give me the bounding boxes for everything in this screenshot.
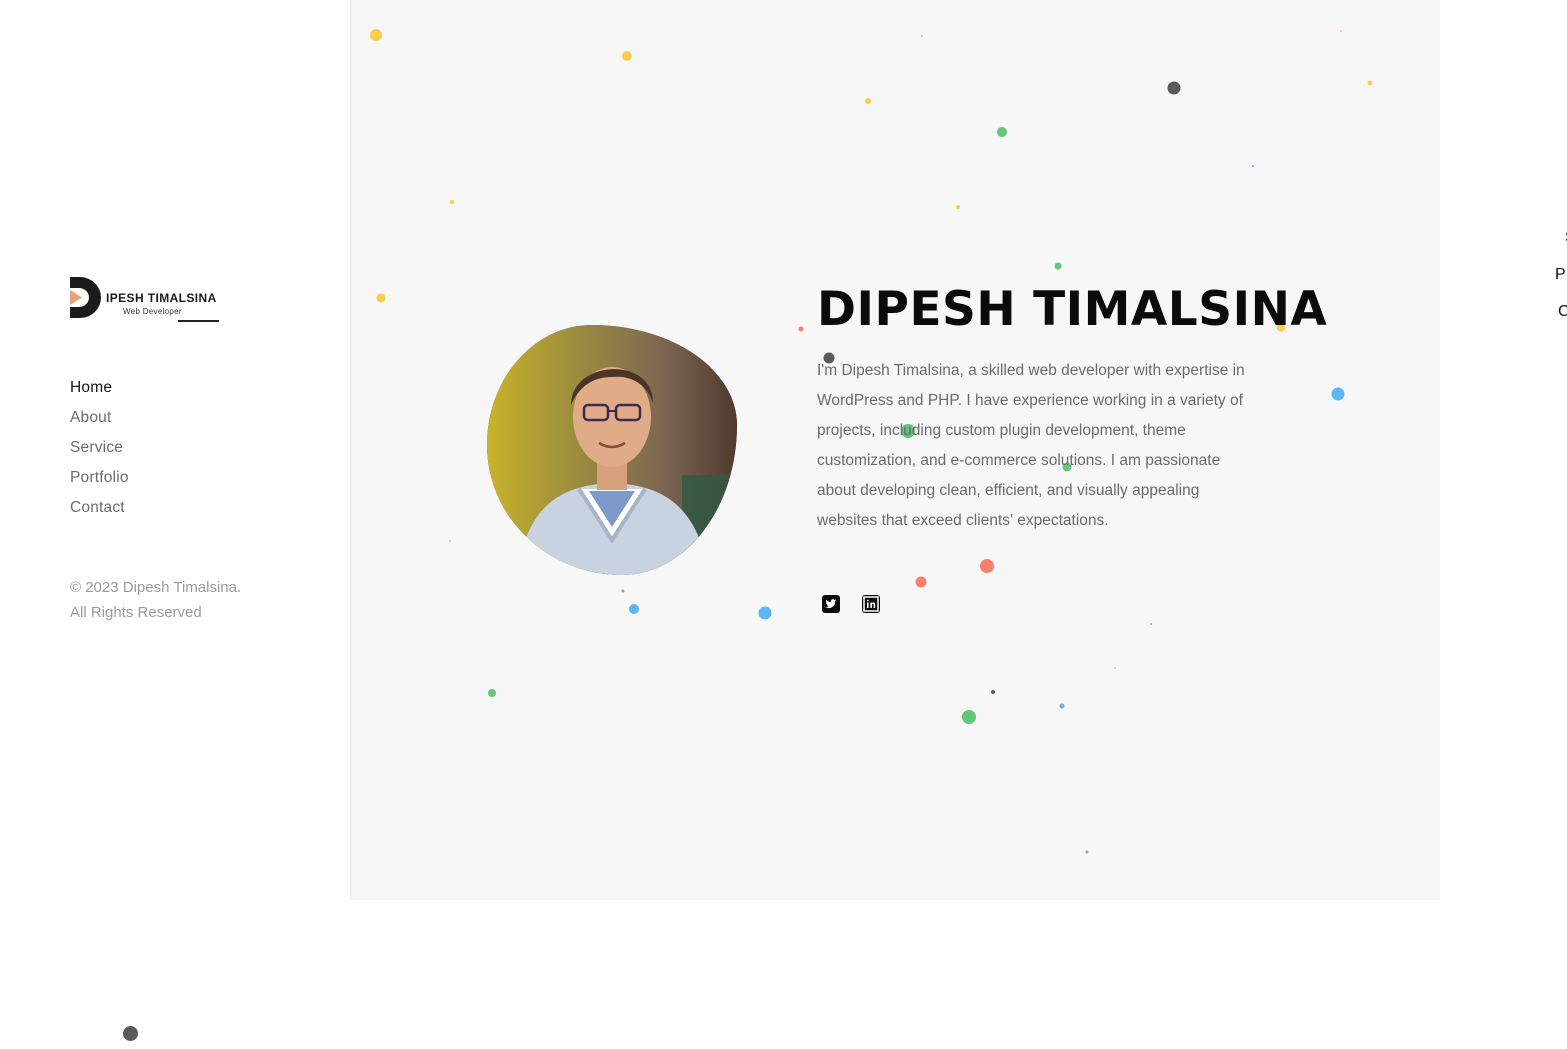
particle	[1331, 387, 1345, 401]
particle	[980, 559, 994, 573]
floating-dot	[123, 1026, 138, 1041]
particle	[629, 604, 639, 614]
particle	[921, 35, 923, 37]
particle	[915, 576, 927, 588]
offscreen-menu-item[interactable]: P	[1552, 263, 1567, 300]
nav-item-service[interactable]: Service	[70, 436, 129, 466]
sidebar: IPESH TIMALSINA Web Developer Home About…	[0, 0, 350, 900]
particle	[1059, 703, 1065, 709]
particle	[376, 293, 386, 303]
particle	[962, 710, 976, 724]
particle	[798, 326, 804, 332]
particle	[621, 589, 625, 593]
particle	[1114, 667, 1116, 669]
copyright: © 2023 Dipesh Timalsina. All Rights Rese…	[70, 575, 241, 625]
hero-title: DIPESH TIMALSINA	[817, 282, 1328, 337]
particle	[1085, 850, 1089, 854]
twitter-icon[interactable]	[822, 595, 840, 613]
particle	[1367, 80, 1373, 86]
social-links	[822, 595, 880, 613]
particle	[449, 540, 451, 542]
site-logo[interactable]: IPESH TIMALSINA Web Developer	[70, 276, 220, 324]
particle	[956, 205, 960, 209]
linkedin-icon[interactable]	[862, 595, 880, 613]
copyright-line-1: © 2023 Dipesh Timalsina.	[70, 579, 242, 596]
particle	[1054, 262, 1062, 270]
logo-tagline: Web Developer	[123, 307, 182, 316]
particle	[370, 29, 382, 41]
particle	[622, 51, 632, 61]
particle	[488, 689, 496, 697]
logo-underline	[178, 320, 219, 322]
nav-item-home[interactable]: Home	[70, 376, 129, 406]
offscreen-menu-item[interactable]: C	[1552, 300, 1567, 337]
particle	[758, 606, 772, 620]
logo-d-icon	[70, 277, 101, 318]
particle	[865, 98, 871, 104]
offscreen-menu-item[interactable]: S	[1552, 226, 1567, 263]
logo-name: IPESH TIMALSINA	[106, 291, 217, 305]
main-nav: Home About Service Portfolio Contact	[70, 376, 129, 526]
copyright-line-2: All Rights Reserved	[70, 604, 202, 621]
nav-item-about[interactable]: About	[70, 406, 129, 436]
nav-item-contact[interactable]: Contact	[70, 496, 129, 526]
particle	[1340, 30, 1342, 32]
offscreen-menu: S P C	[1552, 226, 1567, 337]
twitter-bird-icon	[825, 599, 837, 609]
hero-bio: I'm Dipesh Timalsina, a skilled web deve…	[817, 362, 1245, 529]
linkedin-in-icon	[863, 596, 879, 612]
hero-section: DIPESH TIMALSINA I'm Dipesh Timalsina, a…	[350, 0, 1440, 900]
particle	[1252, 165, 1254, 167]
particle	[997, 127, 1007, 137]
nav-item-portfolio[interactable]: Portfolio	[70, 466, 129, 496]
particle	[991, 690, 995, 694]
particle	[450, 200, 454, 204]
particle	[1167, 81, 1181, 95]
particle	[1150, 623, 1152, 625]
